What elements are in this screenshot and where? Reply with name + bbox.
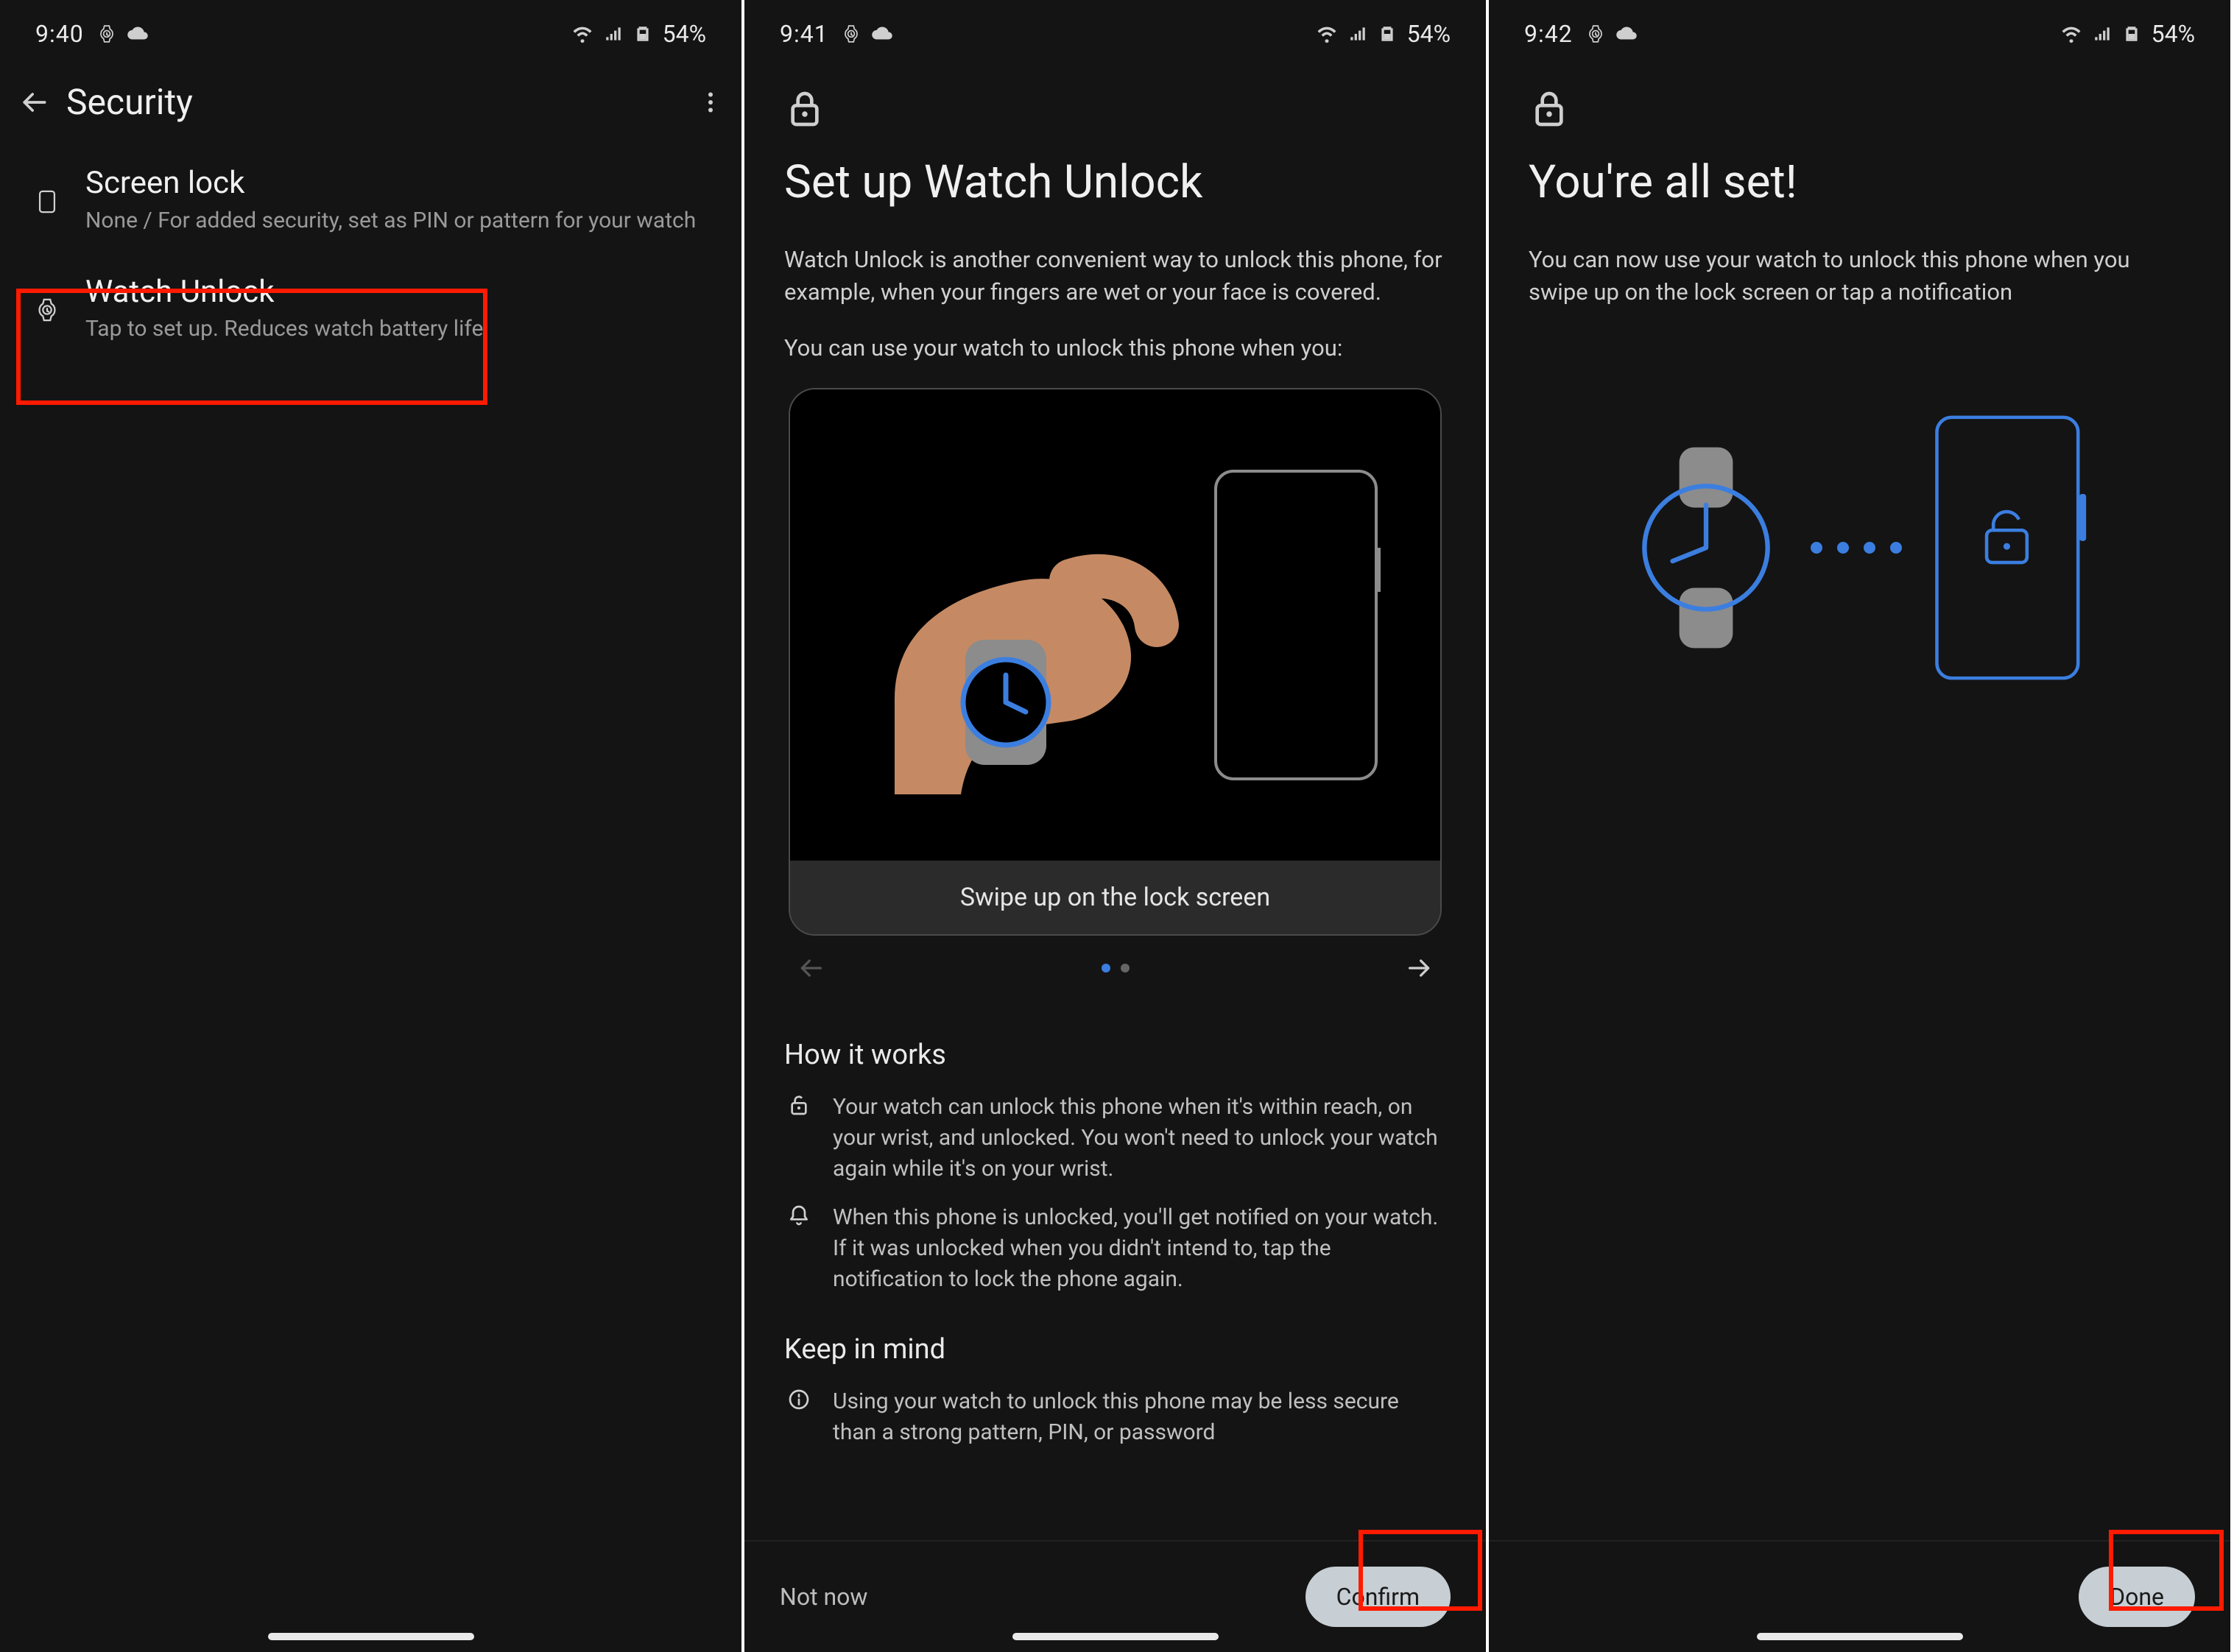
signal-icon: [1348, 24, 1367, 43]
intro-paragraph-1: Watch Unlock is another convenient way t…: [784, 244, 1446, 308]
cloud-icon: [1615, 23, 1638, 45]
battery-percent: 54%: [2152, 20, 2195, 48]
intro-paragraph-2: You can use your watch to unlock this ph…: [784, 332, 1446, 364]
battery-icon: [1378, 24, 1397, 43]
overflow-menu-button[interactable]: [697, 89, 724, 116]
status-time: 9:42: [1524, 20, 1573, 48]
signal-icon: [2093, 24, 2112, 43]
battery-icon: [633, 24, 652, 43]
connection-dots: [1811, 542, 1902, 554]
body-text: You can now use your watch to unlock thi…: [1529, 244, 2191, 308]
gesture-nav-bar[interactable]: [1757, 1633, 1963, 1640]
battery-percent: 54%: [1407, 20, 1451, 48]
battery-percent: 54%: [663, 20, 706, 48]
signal-icon: [604, 24, 623, 43]
setting-row-screen-lock[interactable]: Screen lock None / For added security, s…: [0, 145, 741, 254]
how-bullet-2-text: When this phone is unlocked, you'll get …: [833, 1202, 1446, 1295]
lock-icon: [784, 88, 825, 130]
watch-status-icon: [97, 24, 116, 43]
gesture-nav-bar[interactable]: [1012, 1633, 1219, 1640]
watch-status-icon: [1586, 24, 1605, 43]
setting-row-watch-unlock[interactable]: Watch Unlock Tap to set up. Reduces watc…: [0, 254, 741, 363]
pager-dots: [1102, 964, 1130, 973]
done-button[interactable]: Done: [2079, 1567, 2195, 1627]
wifi-icon: [1316, 23, 1338, 45]
done-illustration: [1529, 412, 2191, 684]
how-bullet-1: Your watch can unlock this phone when it…: [784, 1092, 1446, 1185]
hand-with-watch-illustration: [850, 456, 1189, 794]
screen-security-settings: 9:40 54% Security Screen lock None / For…: [0, 0, 744, 1652]
status-time: 9:40: [35, 20, 84, 48]
illustration-caption: Swipe up on the lock screen: [790, 861, 1440, 934]
cloud-icon: [871, 23, 893, 45]
section-heading-how-it-works: How it works: [784, 1039, 1446, 1071]
status-time: 9:41: [780, 20, 828, 48]
confirm-button[interactable]: Confirm: [1305, 1567, 1451, 1627]
unlock-icon: [787, 1093, 811, 1117]
pager-dot-2[interactable]: [1121, 964, 1130, 973]
screen-setup-watch-unlock: 9:41 54% Set up Watch Unlock Watch Unloc…: [744, 0, 1489, 1652]
wifi-icon: [571, 23, 593, 45]
screen-all-set: 9:42 54% You're all set! You can now use…: [1489, 0, 2233, 1652]
setting-subtitle: None / For added security, set as PIN or…: [85, 206, 712, 235]
pager-dot-1[interactable]: [1102, 964, 1110, 973]
watch-illustration: [1632, 445, 1780, 651]
status-bar: 9:40 54%: [0, 0, 741, 59]
cloud-icon: [127, 23, 149, 45]
setting-subtitle: Tap to set up. Reduces watch battery lif…: [85, 314, 712, 343]
keep-bullet-1: Using your watch to unlock this phone ma…: [784, 1386, 1446, 1448]
how-bullet-1-text: Your watch can unlock this phone when it…: [833, 1092, 1446, 1185]
setting-title: Screen lock: [85, 164, 712, 203]
bell-icon: [787, 1204, 811, 1227]
pager-prev-button[interactable]: [796, 953, 825, 983]
phone-outline-illustration: [1211, 467, 1381, 783]
setting-title: Watch Unlock: [85, 273, 712, 312]
status-bar: 9:41 54%: [744, 0, 1486, 59]
phone-outline-icon: [35, 189, 60, 214]
pager-next-button[interactable]: [1405, 953, 1434, 983]
back-button[interactable]: [18, 86, 50, 119]
lock-icon: [1529, 88, 1570, 130]
illustration-card: Swipe up on the lock screen: [789, 388, 1442, 936]
info-icon: [787, 1388, 811, 1411]
section-heading-keep-in-mind: Keep in mind: [784, 1333, 1446, 1366]
phone-illustration: [1933, 412, 2087, 684]
status-bar: 9:42 54%: [1489, 0, 2230, 59]
not-now-button[interactable]: Not now: [780, 1583, 867, 1611]
pager-row: [789, 936, 1442, 1000]
watch-status-icon: [842, 24, 861, 43]
page-title: You're all set!: [1529, 156, 2191, 208]
page-title: Set up Watch Unlock: [784, 156, 1446, 208]
how-bullet-2: When this phone is unlocked, you'll get …: [784, 1202, 1446, 1295]
gesture-nav-bar[interactable]: [268, 1633, 474, 1640]
wifi-icon: [2060, 23, 2082, 45]
battery-icon: [2122, 24, 2141, 43]
watch-icon: [35, 297, 60, 322]
keep-bullet-1-text: Using your watch to unlock this phone ma…: [833, 1386, 1446, 1448]
page-header: Security: [0, 59, 741, 145]
page-title: Security: [66, 81, 193, 123]
